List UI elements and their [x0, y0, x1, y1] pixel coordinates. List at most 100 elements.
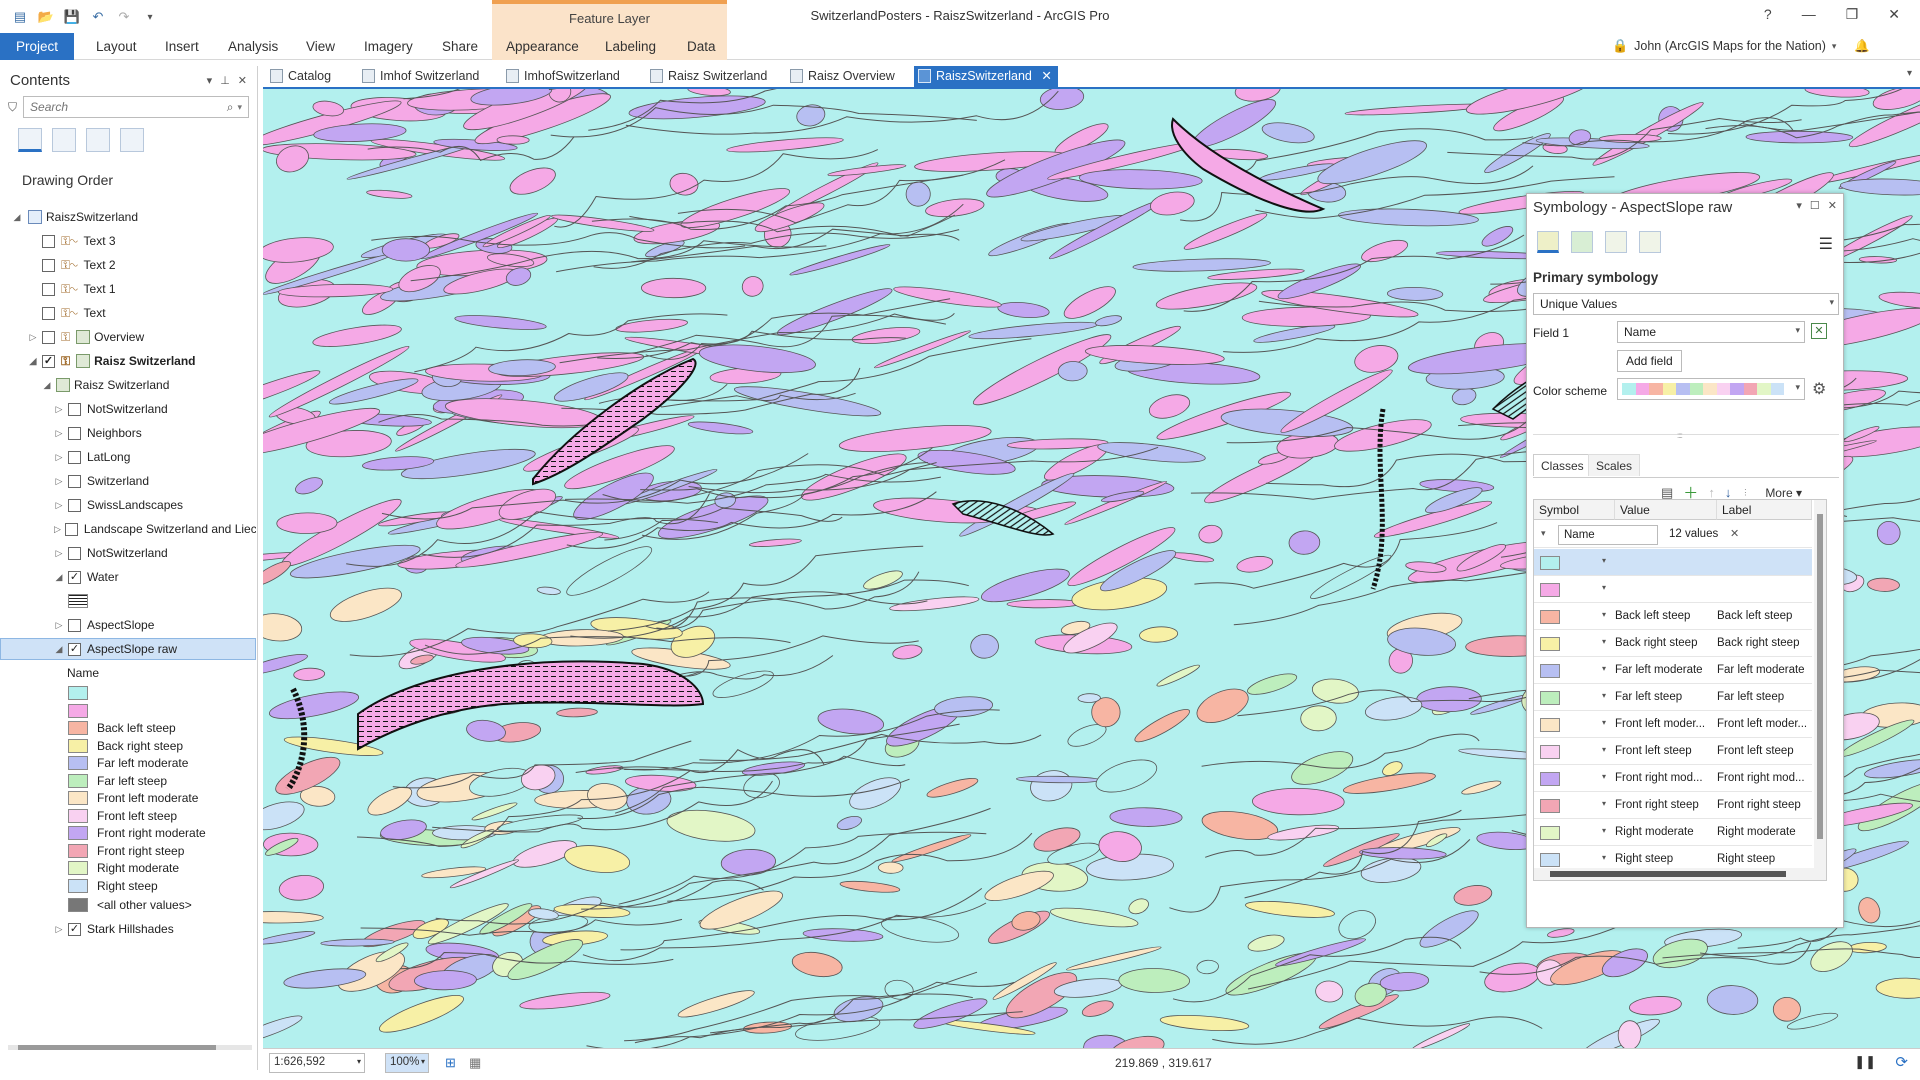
expand-icon[interactable]: ▷ [54, 924, 64, 935]
refresh-icon[interactable]: ⟳ [1895, 1053, 1908, 1071]
legend-swatch[interactable] [68, 861, 88, 875]
legend-swatch[interactable] [68, 878, 88, 893]
class-value[interactable]: Right moderate [1615, 826, 1713, 838]
sql-expression-icon[interactable]: ✕ [1811, 323, 1827, 339]
collapse-icon[interactable]: ◢ [54, 572, 64, 583]
chevron-down-icon[interactable]: ▾ [1602, 853, 1606, 862]
minimize-icon[interactable]: — [1802, 6, 1816, 23]
legend-item[interactable]: Far left steep [0, 772, 256, 790]
water-hatch-swatch[interactable] [68, 594, 88, 608]
legend-swatch[interactable] [68, 686, 88, 700]
undo-icon[interactable]: ↶ [90, 9, 106, 25]
tree-item-text[interactable]: ⚿∿ Text [0, 302, 256, 324]
water-symbol[interactable] [0, 590, 256, 612]
expand-icon[interactable]: ▷ [28, 332, 38, 343]
visibility-checkbox[interactable] [68, 402, 81, 416]
contents-search-input[interactable] [30, 100, 227, 114]
vary-symbology-icon[interactable] [1571, 231, 1593, 253]
visibility-checkbox[interactable] [68, 450, 81, 464]
close-pane-icon[interactable]: ✕ [1828, 199, 1837, 217]
expand-icon[interactable]: ▷ [54, 524, 61, 535]
tab-layout[interactable]: Layout [88, 33, 145, 60]
user-account[interactable]: 🔒 John (ArcGIS Maps for the Nation) ▾ 🔔 [1612, 38, 1870, 54]
gear-icon[interactable]: ⚙ [1812, 379, 1826, 399]
snapping-icon[interactable]: ⊞ [445, 1055, 456, 1071]
restore-icon[interactable]: ❐ [1846, 6, 1859, 23]
legend-swatch[interactable] [68, 703, 88, 718]
list-by-editing-icon[interactable] [120, 128, 144, 152]
tab-imhofswitzerland[interactable]: ImhofSwitzerland [502, 66, 630, 87]
tab-appearance[interactable]: Appearance [498, 33, 587, 60]
advanced-symbology-icon[interactable] [1639, 231, 1661, 253]
legend-item[interactable] [0, 684, 256, 702]
tab-imagery[interactable]: Imagery [356, 33, 421, 60]
legend-item[interactable]: Front left moderate [0, 789, 256, 807]
search-options-icon[interactable]: ▾ [237, 102, 242, 113]
expand-icon[interactable]: ▷ [54, 500, 64, 511]
tab-insert[interactable]: Insert [157, 33, 207, 60]
tree-item-map[interactable]: ◢ RaiszSwitzerland [0, 206, 256, 228]
tab-catalog[interactable]: Catalog [266, 66, 341, 87]
close-icon[interactable]: ✕ [1888, 6, 1900, 23]
class-symbol-swatch[interactable] [1540, 691, 1560, 705]
chevron-down-icon[interactable]: ▾ [1602, 745, 1606, 754]
column-label[interactable]: Label [1717, 500, 1812, 520]
class-row[interactable]: ▾ Far left steep Far left steep [1534, 684, 1812, 711]
legend-item[interactable]: Front right moderate [0, 824, 256, 842]
tab-analysis[interactable]: Analysis [220, 33, 286, 60]
column-symbol[interactable]: Symbol [1534, 500, 1615, 520]
remove-group-icon[interactable]: ✕ [1730, 527, 1739, 540]
class-value[interactable]: Front left moder... [1615, 718, 1713, 730]
legend-swatch[interactable] [68, 773, 88, 788]
legend-item[interactable]: Right moderate [0, 859, 256, 877]
zoom-dropdown[interactable]: 100% ▾ [385, 1053, 429, 1073]
class-symbol-swatch[interactable] [1540, 826, 1560, 840]
legend-swatch[interactable] [68, 826, 88, 840]
expand-icon[interactable]: ▷ [54, 428, 64, 439]
tree-item-text-1[interactable]: ⚿∿ Text 1 [0, 278, 256, 300]
tree-item-stark-hillshades[interactable]: ▷ ✓ Stark Hillshades [0, 918, 256, 940]
save-project-icon[interactable]: 💾 [64, 9, 80, 25]
class-label[interactable]: Back right steep [1717, 637, 1811, 649]
chevron-down-icon[interactable]: ▾ [1602, 718, 1606, 727]
class-label[interactable]: Front right steep [1717, 799, 1811, 811]
legend-item[interactable]: Back left steep [0, 719, 256, 737]
menu-icon[interactable]: ☰ [1819, 234, 1833, 254]
vertical-scrollbar[interactable] [1814, 500, 1826, 880]
visibility-checkbox[interactable] [68, 618, 81, 632]
chevron-down-icon[interactable]: ▾ [1602, 637, 1606, 646]
chevron-down-icon[interactable]: ▾ [1602, 799, 1606, 808]
more-arrows-icon[interactable]: ⋮ [1741, 488, 1749, 497]
class-label[interactable]: Far left moderate [1717, 664, 1811, 676]
visibility-checkbox[interactable] [68, 546, 81, 560]
class-label[interactable]: Right moderate [1717, 826, 1811, 838]
class-row[interactable]: ▾ Right moderate Right moderate [1534, 819, 1812, 846]
tree-item-notswitzerland[interactable]: ▷ NotSwitzerland [0, 398, 256, 420]
tab-classes[interactable]: Classes [1533, 454, 1592, 476]
class-symbol-swatch[interactable] [1540, 772, 1560, 786]
class-symbol-swatch[interactable] [1540, 556, 1560, 570]
redo-icon[interactable]: ↷ [116, 9, 132, 25]
visibility-checkbox[interactable] [42, 234, 55, 248]
visibility-checkbox[interactable] [68, 498, 81, 512]
field1-dropdown[interactable]: Name ▾ [1617, 321, 1805, 343]
legend-swatch[interactable] [68, 738, 88, 753]
horizontal-scrollbar[interactable] [8, 1042, 252, 1052]
legend-item[interactable]: Far left moderate [0, 754, 256, 772]
class-row[interactable]: ▾ Front right mod... Front right mod... [1534, 765, 1812, 792]
tree-item-water[interactable]: ◢ ✓ Water [0, 566, 256, 588]
class-row[interactable]: ▾ [1534, 549, 1812, 576]
collapse-icon[interactable]: ◢ [12, 212, 22, 223]
tab-raisz-switzerland[interactable]: Raisz Switzerland [646, 66, 777, 87]
legend-all-other-values[interactable]: <all other values> [0, 894, 256, 916]
tab-project[interactable]: Project [0, 33, 75, 60]
notification-bell-icon[interactable]: 🔔 [1854, 39, 1870, 54]
legend-swatch[interactable] [68, 898, 88, 912]
tab-scales[interactable]: Scales [1588, 454, 1641, 476]
chevron-down-icon[interactable]: ▾ [1602, 583, 1606, 592]
visibility-checkbox[interactable] [42, 330, 55, 344]
expand-icon[interactable]: ▷ [54, 620, 64, 631]
tree-item-landscape-switzerland[interactable]: ▷ Landscape Switzerland and Liech [0, 518, 256, 540]
pane-options-icon[interactable]: ▾ [1796, 199, 1802, 217]
legend-item[interactable]: Front left steep [0, 807, 256, 825]
